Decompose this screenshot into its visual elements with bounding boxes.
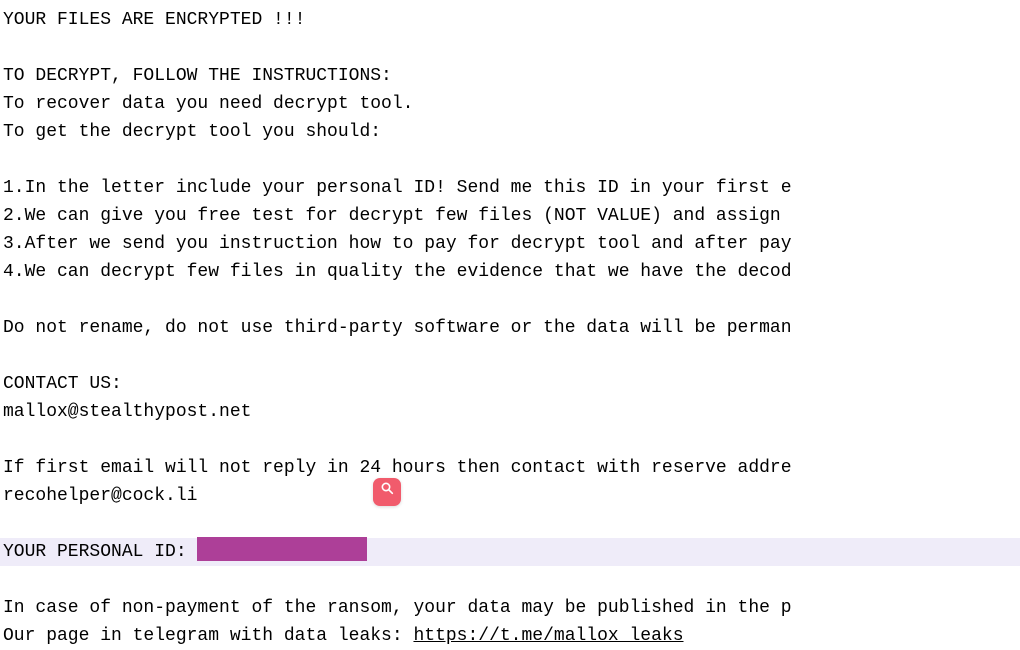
- search-icon: [379, 478, 395, 506]
- blank-line: [3, 426, 1017, 454]
- personal-id-row: YOUR PERSONAL ID:: [0, 538, 1020, 566]
- personal-id-redacted: [197, 537, 367, 561]
- blank-line: [3, 566, 1017, 594]
- leaks-link[interactable]: https://t.me/mallox_leaks: [413, 626, 683, 646]
- blank-line: [3, 146, 1017, 174]
- step-4: 4.We can decrypt few files in quality th…: [3, 258, 1017, 286]
- ransom-note: YOUR FILES ARE ENCRYPTED !!! TO DECRYPT,…: [0, 0, 1020, 650]
- contact-email: mallox@stealthypost.net: [3, 398, 1017, 426]
- note-title: YOUR FILES ARE ENCRYPTED !!!: [3, 6, 1017, 34]
- leaks-line: Our page in telegram with data leaks: ht…: [3, 622, 1017, 650]
- leaks-prefix: Our page in telegram with data leaks:: [3, 626, 413, 646]
- intro-line-2: To get the decrypt tool you should:: [3, 118, 1017, 146]
- contact-us-label: CONTACT US:: [3, 370, 1017, 398]
- instructions-heading: TO DECRYPT, FOLLOW THE INSTRUCTIONS:: [3, 62, 1017, 90]
- step-2: 2.We can give you free test for decrypt …: [3, 202, 1017, 230]
- warning-line: Do not rename, do not use third-party so…: [3, 314, 1017, 342]
- blank-line: [3, 342, 1017, 370]
- intro-line-1: To recover data you need decrypt tool.: [3, 90, 1017, 118]
- blank-line: [3, 34, 1017, 62]
- alt-contact-line: If first email will not reply in 24 hour…: [3, 454, 1017, 482]
- blank-line: [3, 510, 1017, 538]
- step-3: 3.After we send you instruction how to p…: [3, 230, 1017, 258]
- step-1: 1.In the letter include your personal ID…: [3, 174, 1017, 202]
- alt-email: recohelper@cock.li: [3, 482, 1017, 510]
- nonpayment-line: In case of non-payment of the ransom, yo…: [3, 594, 1017, 622]
- blank-line: [3, 286, 1017, 314]
- personal-id-label: YOUR PERSONAL ID:: [3, 542, 197, 562]
- search-overlay-button[interactable]: [373, 478, 401, 506]
